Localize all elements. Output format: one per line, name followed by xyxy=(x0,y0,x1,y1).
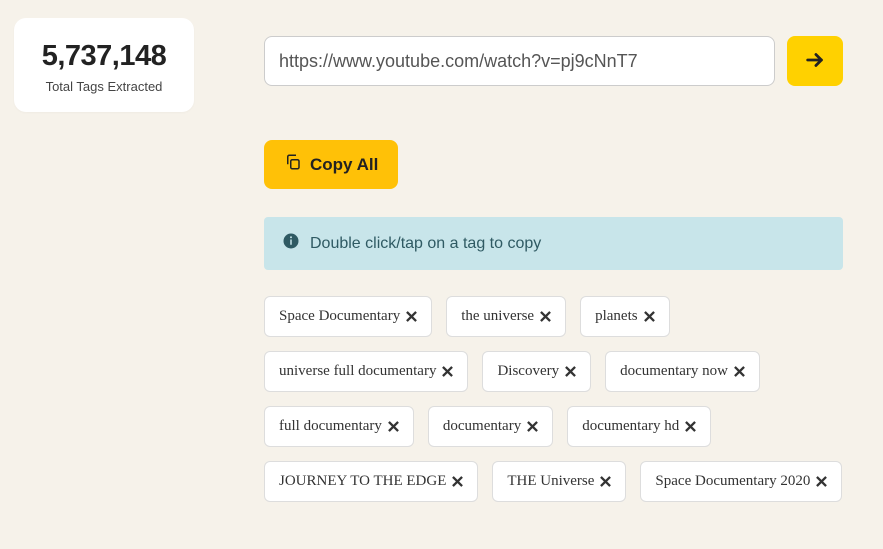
close-icon[interactable] xyxy=(527,421,538,432)
info-text: Double click/tap on a tag to copy xyxy=(310,235,541,253)
tag-label: documentary now xyxy=(620,363,728,380)
close-icon[interactable] xyxy=(644,311,655,322)
tag[interactable]: Space Documentary xyxy=(264,296,432,337)
tag[interactable]: the universe xyxy=(446,296,566,337)
tag[interactable]: universe full documentary xyxy=(264,351,468,392)
close-icon[interactable] xyxy=(565,366,576,377)
tag[interactable]: Space Documentary 2020 xyxy=(640,461,842,502)
tag-label: documentary xyxy=(443,418,521,435)
tag-label: full documentary xyxy=(279,418,382,435)
tag-label: Space Documentary 2020 xyxy=(655,473,810,490)
arrow-right-icon xyxy=(804,49,826,74)
tag-label: JOURNEY TO THE EDGE xyxy=(279,473,446,490)
tags-area: Space Documentary the universe planets univ… xyxy=(264,296,843,502)
close-icon[interactable] xyxy=(685,421,696,432)
tag-label: documentary hd xyxy=(582,418,679,435)
copy-all-label: Copy All xyxy=(310,155,378,175)
tag[interactable]: Discovery xyxy=(482,351,591,392)
tag-label: universe full documentary xyxy=(279,363,436,380)
tag[interactable]: JOURNEY TO THE EDGE xyxy=(264,461,478,502)
stats-label: Total Tags Extracted xyxy=(28,79,180,94)
submit-button[interactable] xyxy=(787,36,843,86)
close-icon[interactable] xyxy=(540,311,551,322)
url-input[interactable] xyxy=(264,36,775,86)
info-bar: Double click/tap on a tag to copy xyxy=(264,217,843,270)
tag-label: the universe xyxy=(461,308,534,325)
tag[interactable]: full documentary xyxy=(264,406,414,447)
stats-card: 5,737,148 Total Tags Extracted xyxy=(14,18,194,112)
copy-icon xyxy=(284,153,302,176)
close-icon[interactable] xyxy=(406,311,417,322)
tag[interactable]: documentary hd xyxy=(567,406,711,447)
tag[interactable]: documentary xyxy=(428,406,553,447)
close-icon[interactable] xyxy=(388,421,399,432)
tag[interactable]: documentary now xyxy=(605,351,760,392)
tag-label: planets xyxy=(595,308,638,325)
close-icon[interactable] xyxy=(442,366,453,377)
tag-label: THE Universe xyxy=(507,473,594,490)
close-icon[interactable] xyxy=(600,476,611,487)
close-icon[interactable] xyxy=(734,366,745,377)
tag[interactable]: planets xyxy=(580,296,670,337)
close-icon[interactable] xyxy=(816,476,827,487)
close-icon[interactable] xyxy=(452,476,463,487)
tag-label: Discovery xyxy=(497,363,559,380)
tag[interactable]: THE Universe xyxy=(492,461,626,502)
info-icon xyxy=(282,232,300,255)
tag-label: Space Documentary xyxy=(279,308,400,325)
copy-all-button[interactable]: Copy All xyxy=(264,140,398,189)
stats-count: 5,737,148 xyxy=(28,40,180,73)
